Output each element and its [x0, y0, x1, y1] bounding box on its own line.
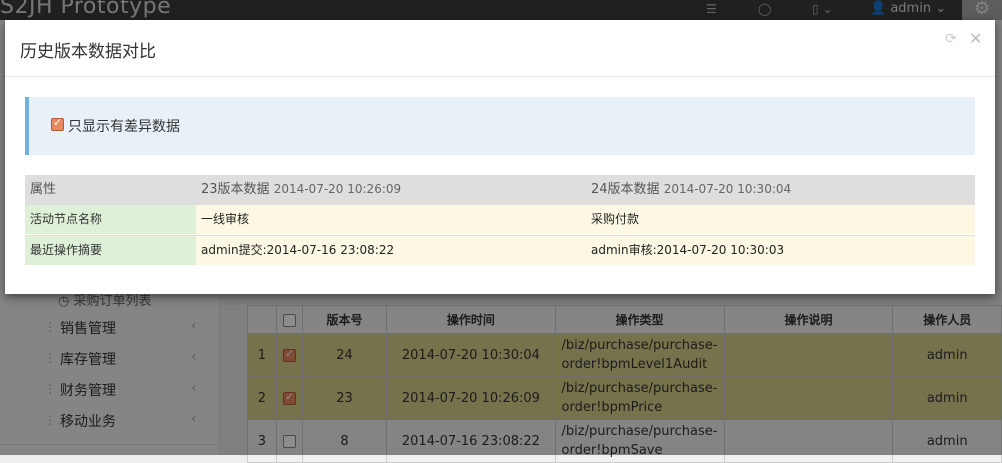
- compare-row: 活动节点名称 一线审核 采购付款: [25, 205, 975, 234]
- diff-only-checkbox[interactable]: [51, 116, 64, 131]
- compare-attr: 最近操作摘要: [25, 236, 196, 265]
- compare-right-version: 24版本数据: [591, 182, 660, 197]
- refresh-icon[interactable]: ⟳: [945, 31, 957, 47]
- modal-title: 历史版本数据对比: [20, 42, 156, 62]
- compare-right-time: 2014-07-20 10:30:04: [663, 182, 792, 196]
- compare-row: 最近操作摘要 admin提交:2014-07-16 23:08:22 admin…: [25, 235, 975, 265]
- compare-right-value: 采购付款: [586, 205, 975, 234]
- compare-left-value: 一线审核: [196, 205, 586, 234]
- compare-header-row: 属性 23版本数据 2014-07-20 10:26:09 24版本数据 201…: [25, 175, 975, 205]
- compare-right-value: admin审核:2014-07-20 10:30:03: [586, 236, 975, 265]
- version-compare-modal: 历史版本数据对比 ⟳ ✕ 只显示有差异数据 属性 23版本数据 2014-07-…: [5, 20, 995, 294]
- compare-header-left: 23版本数据 2014-07-20 10:26:09: [196, 175, 586, 205]
- diff-only-label[interactable]: 只显示有差异数据: [68, 116, 180, 136]
- compare-left-value: admin提交:2014-07-16 23:08:22: [196, 236, 586, 265]
- compare-attr: 活动节点名称: [25, 205, 196, 234]
- compare-header-attr: 属性: [30, 182, 57, 197]
- modal-header: 历史版本数据对比 ⟳ ✕: [5, 20, 995, 77]
- diff-filter-alert: 只显示有差异数据: [25, 97, 975, 155]
- close-icon[interactable]: ✕: [969, 29, 982, 48]
- compare-left-version: 23版本数据: [201, 182, 270, 197]
- compare-left-time: 2014-07-20 10:26:09: [273, 182, 402, 196]
- compare-header-right: 24版本数据 2014-07-20 10:30:04: [586, 175, 975, 205]
